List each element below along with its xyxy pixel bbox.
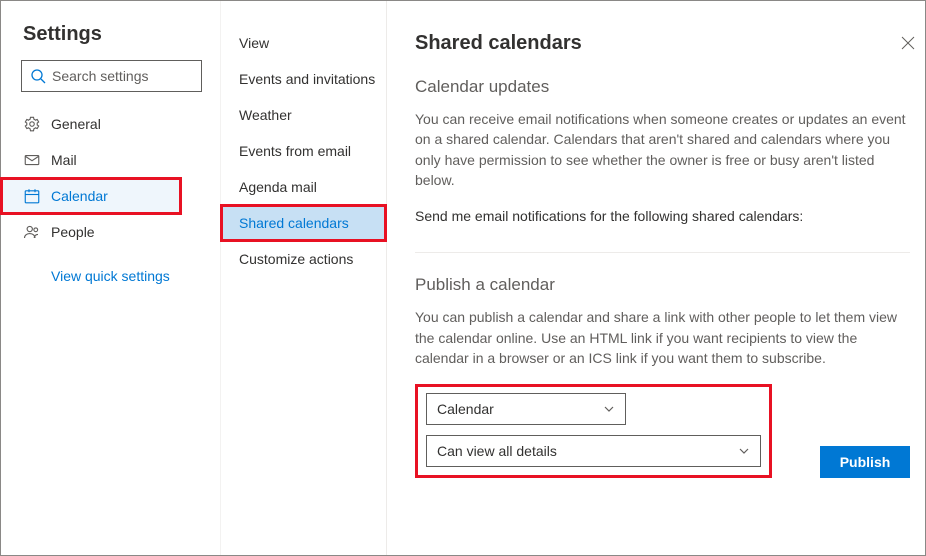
calendar-icon bbox=[23, 187, 51, 205]
subnav-item-weather[interactable]: Weather bbox=[221, 97, 386, 133]
gear-icon bbox=[23, 115, 51, 133]
publish-options-highlight: Calendar Can view all details bbox=[415, 384, 772, 478]
subnav-label: Weather bbox=[239, 107, 292, 123]
permission-select[interactable]: Can view all details bbox=[426, 435, 761, 467]
quick-settings-label: View quick settings bbox=[51, 268, 170, 284]
close-button[interactable] bbox=[892, 27, 924, 59]
subnav-item-events-from-email[interactable]: Events from email bbox=[221, 133, 386, 169]
subnav-item-customize-actions[interactable]: Customize actions bbox=[221, 241, 386, 277]
chevron-down-icon bbox=[603, 403, 615, 415]
settings-title: Settings bbox=[1, 19, 220, 60]
calendar-updates-body: You can receive email notifications when… bbox=[415, 109, 910, 190]
people-icon bbox=[23, 223, 51, 241]
sidebar-item-label: People bbox=[51, 224, 95, 240]
settings-panel: Shared calendars Calendar updates You ca… bbox=[387, 1, 926, 555]
sidebar-item-people[interactable]: People bbox=[1, 214, 220, 250]
calendar-updates-prompt: Send me email notifications for the foll… bbox=[415, 206, 910, 226]
search-settings-field[interactable] bbox=[50, 67, 235, 85]
subnav-item-shared-calendars[interactable]: Shared calendars bbox=[221, 205, 386, 241]
calendar-subnav: View Events and invitations Weather Even… bbox=[221, 1, 387, 555]
subnav-item-agenda-mail[interactable]: Agenda mail bbox=[221, 169, 386, 205]
settings-sidebar: Settings General bbox=[1, 1, 221, 555]
view-quick-settings-link[interactable]: View quick settings bbox=[1, 258, 220, 294]
calendar-select[interactable]: Calendar bbox=[426, 393, 626, 425]
panel-title: Shared calendars bbox=[415, 32, 582, 55]
sidebar-item-general[interactable]: General bbox=[1, 106, 220, 142]
sidebar-item-label: General bbox=[51, 116, 101, 132]
calendar-updates-heading: Calendar updates bbox=[415, 77, 910, 97]
calendar-select-value: Calendar bbox=[437, 401, 494, 417]
panel-body: Calendar updates You can receive email n… bbox=[387, 61, 926, 555]
subnav-label: Customize actions bbox=[239, 251, 353, 267]
subnav-label: Shared calendars bbox=[239, 215, 349, 231]
mail-icon bbox=[23, 151, 51, 169]
publish-button-label: Publish bbox=[840, 454, 891, 470]
publish-calendar-heading: Publish a calendar bbox=[415, 275, 910, 295]
sidebar-item-label: Calendar bbox=[51, 188, 108, 204]
section-divider bbox=[415, 252, 910, 253]
subnav-label: Events and invitations bbox=[239, 71, 375, 87]
close-icon bbox=[901, 36, 915, 50]
publish-calendar-body: You can publish a calendar and share a l… bbox=[415, 307, 910, 368]
sidebar-item-calendar[interactable]: Calendar bbox=[1, 178, 181, 214]
subnav-label: View bbox=[239, 35, 269, 51]
sidebar-item-label: Mail bbox=[51, 152, 77, 168]
subnav-label: Events from email bbox=[239, 143, 351, 159]
search-settings-input[interactable] bbox=[21, 60, 202, 92]
publish-button[interactable]: Publish bbox=[820, 446, 910, 478]
subnav-item-view[interactable]: View bbox=[221, 25, 386, 61]
sidebar-item-mail[interactable]: Mail bbox=[1, 142, 220, 178]
search-icon bbox=[30, 68, 46, 84]
chevron-down-icon bbox=[738, 445, 750, 457]
permission-select-value: Can view all details bbox=[437, 443, 557, 459]
subnav-label: Agenda mail bbox=[239, 179, 317, 195]
subnav-item-events-invitations[interactable]: Events and invitations bbox=[221, 61, 386, 97]
